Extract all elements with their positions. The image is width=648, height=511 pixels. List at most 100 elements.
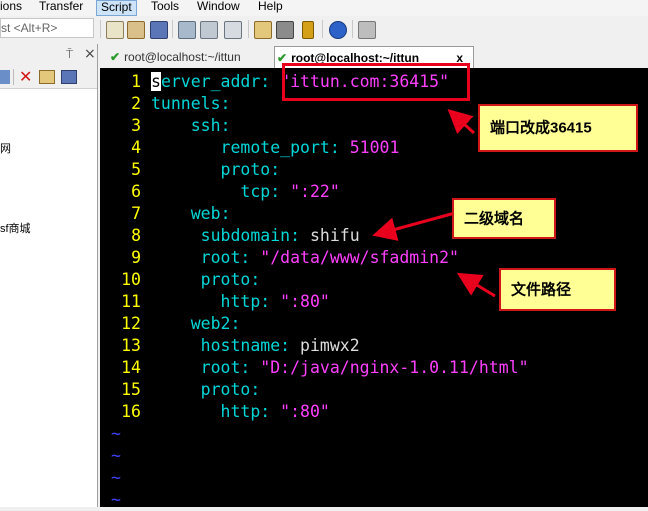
menu-transfer[interactable]: Transfer (39, 0, 83, 16)
yaml-separator: : (260, 292, 281, 311)
line-number: 1 (131, 72, 141, 91)
code-text: web: (151, 203, 231, 225)
tab-session[interactable]: ✔ root@localhost:~/ittun (108, 46, 272, 68)
subdomain-note-text: 二级域名 (464, 210, 525, 227)
code-text: web2: (151, 313, 241, 335)
printer-icon[interactable] (224, 21, 242, 39)
path-note-text: 文件路径 (511, 281, 572, 298)
paste-icon[interactable] (127, 21, 145, 39)
yaml-separator: : (270, 160, 281, 179)
print-setup-icon[interactable] (200, 21, 218, 39)
toolbar (0, 16, 648, 44)
code-text: tcp: ":22" (151, 181, 339, 203)
delete-icon[interactable]: ✕ (19, 67, 32, 86)
find-session-icon[interactable] (61, 70, 77, 84)
toolbar-separator (322, 20, 323, 38)
screen-icon[interactable] (358, 21, 376, 39)
yaml-key: web2 (190, 314, 231, 333)
port-note-callout: 端口改成36415 (478, 104, 638, 152)
yaml-key: remote_port (220, 138, 330, 157)
close-pane-icon[interactable]: × (84, 46, 96, 62)
yaml-key: tunnels (151, 94, 221, 113)
yaml-key: root (200, 358, 241, 377)
yaml-separator: : (260, 72, 281, 91)
copy-icon[interactable] (106, 21, 124, 39)
tilde-marker: ~ (111, 468, 121, 487)
line-number: 15 (121, 380, 141, 399)
yaml-separator: : (329, 138, 350, 157)
session-pane-header: ⍑ × (0, 44, 97, 66)
yaml-key: proto (220, 160, 271, 179)
yaml-key: proto (200, 270, 251, 289)
code-text: subdomain: shifu (151, 225, 360, 247)
tilde-marker: ~ (111, 424, 121, 443)
code-text: ssh: (151, 115, 231, 137)
code-text: tunnels: (151, 93, 230, 115)
yaml-value: "D:/java/nginx-1.0.11/html" (260, 358, 529, 377)
yaml-key: proto (200, 380, 251, 399)
help-icon[interactable] (329, 21, 347, 39)
line-number: 11 (121, 292, 141, 311)
menu-options[interactable]: ions (0, 0, 22, 16)
yaml-separator: : (290, 226, 310, 245)
connect-icon[interactable] (0, 70, 10, 84)
find-icon[interactable] (150, 21, 168, 39)
code-text: root: "D:/java/nginx-1.0.11/html" (151, 357, 529, 379)
menu-script[interactable]: Script (96, 0, 137, 16)
print-icon[interactable] (178, 21, 196, 39)
quick-connect-input[interactable]: st <Alt+R> (0, 18, 94, 38)
toolbar-separator (13, 69, 14, 85)
menu-window[interactable]: Window (197, 0, 240, 16)
menu-tools[interactable]: Tools (151, 0, 179, 16)
yaml-separator: : (220, 116, 231, 135)
line-number: 9 (131, 248, 141, 267)
yaml-value: shifu (309, 226, 360, 245)
line-number: 6 (131, 182, 141, 201)
line-number: 12 (121, 314, 141, 333)
path-note-callout: 文件路径 (499, 268, 616, 311)
line-number: 16 (121, 402, 141, 421)
port-note-text: 端口改成36415 (490, 119, 592, 137)
yaml-separator: : (270, 182, 291, 201)
code-text: remote_port: 51001 (151, 137, 400, 159)
menu-bar: ions Transfer Script Tools Window Help (0, 0, 648, 16)
line-number: 7 (131, 204, 141, 223)
yaml-separator: : (250, 270, 261, 289)
code-text: http: ":80" (151, 291, 330, 313)
yaml-key: http (220, 292, 261, 311)
connected-check-icon: ✔ (110, 50, 121, 64)
yaml-value: pimwx2 (300, 336, 360, 355)
line-number: 2 (131, 94, 141, 113)
yaml-separator: : (280, 336, 301, 355)
yaml-separator: : (260, 402, 281, 421)
toolbar-separator (100, 20, 101, 38)
yaml-separator: : (240, 248, 261, 267)
session-options-icon[interactable] (254, 21, 272, 39)
yaml-key: server_addr (151, 72, 261, 91)
line-number: 14 (121, 358, 141, 377)
toolbar-separator (172, 20, 173, 38)
list-item[interactable]: sf商城 (0, 220, 31, 236)
code-text: root: "/data/www/sfadmin2" (151, 247, 459, 269)
properties-icon[interactable] (39, 70, 55, 84)
tilde-marker: ~ (111, 490, 121, 509)
key-icon[interactable] (302, 21, 314, 39)
list-item[interactable]: 网 (0, 140, 11, 156)
yaml-value: 51001 (349, 138, 400, 157)
yaml-key: hostname (200, 336, 281, 355)
session-manager-pane: ⍑ × ✕ 网 sf商城 (0, 44, 98, 507)
yaml-separator: : (220, 94, 231, 113)
toolbar-separator (248, 20, 249, 38)
yaml-key: ssh (190, 116, 221, 135)
pin-icon[interactable]: ⍑ (66, 47, 73, 62)
global-options-icon[interactable] (276, 21, 294, 39)
menu-help[interactable]: Help (258, 0, 283, 16)
